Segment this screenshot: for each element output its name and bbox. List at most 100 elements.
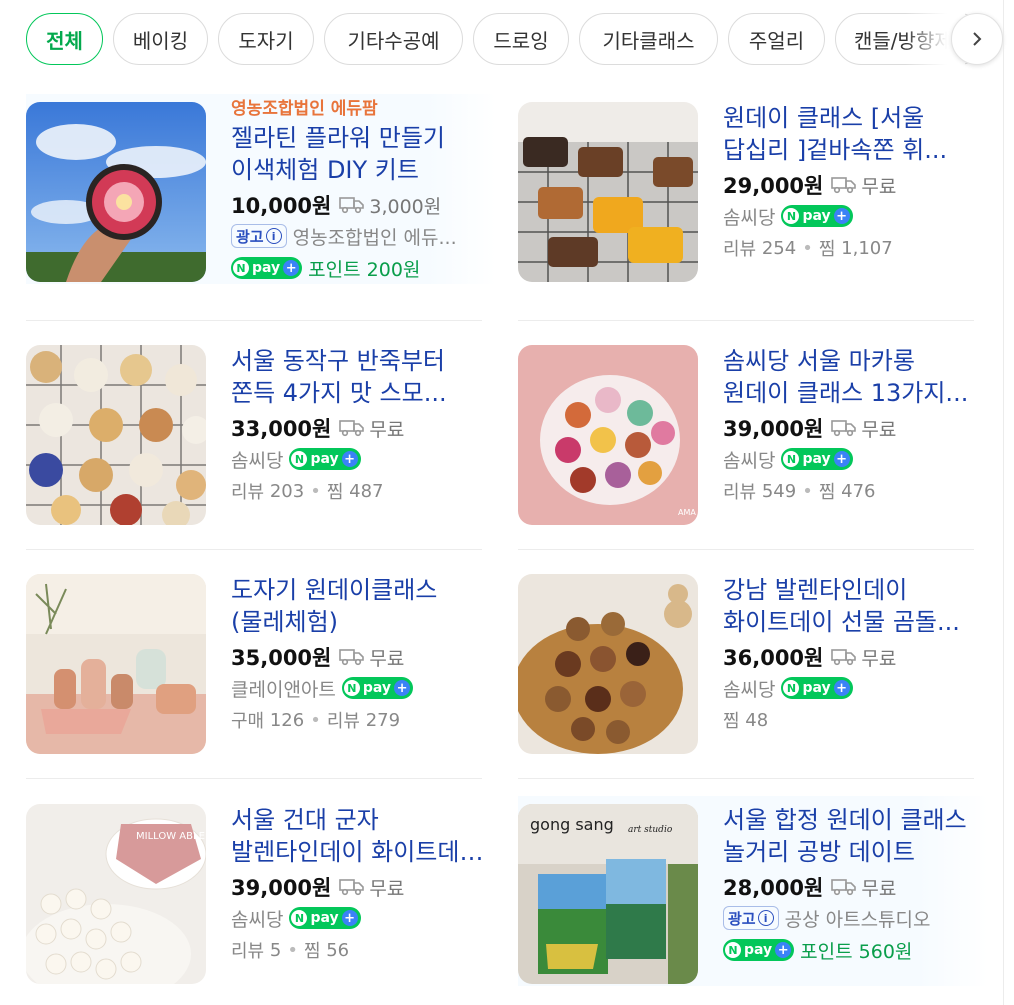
review-count[interactable]: 5	[270, 940, 281, 961]
npay-badge: Npay +	[781, 448, 853, 470]
product-price: 36,000원	[723, 646, 824, 670]
tab-jewelry[interactable]: 주얼리	[728, 13, 825, 65]
tab-other-crafts[interactable]: 기타수공예	[324, 13, 463, 65]
shipping-fee: 무료	[861, 175, 897, 198]
review-label[interactable]: 리뷰	[327, 707, 360, 733]
tabs-next-button[interactable]	[951, 13, 1003, 65]
point-info: 포인트 200원	[308, 258, 421, 281]
price-row: 39,000원 무료	[231, 872, 496, 902]
cake-text: MILLOW ABLE	[136, 831, 205, 842]
zzim-label: 찜	[723, 711, 740, 732]
price-row: 33,000원 무료	[231, 413, 496, 443]
truck-icon	[339, 879, 365, 896]
review-count[interactable]: 254	[762, 238, 796, 259]
shipping-fee: 무료	[861, 647, 897, 670]
product-card[interactable]: MILLOW ABLE 서울 건대 군자 발렌타인데이 화이트데이 ... 39…	[26, 796, 496, 986]
price-row: 35,000원 무료	[231, 642, 496, 672]
review-count[interactable]: 279	[366, 710, 400, 731]
tab-other-classes[interactable]: 기타클래스	[579, 13, 718, 65]
product-title[interactable]: 원데이 클래스 [서울 답십리 ]겉바속쫀 휘...	[723, 102, 988, 166]
seller-name[interactable]: 영농조합법인 에듀...	[293, 223, 457, 250]
tab-drawing[interactable]: 드로잉	[473, 13, 569, 65]
shipping-info: 무료	[831, 644, 896, 671]
product-price: 33,000원	[231, 417, 332, 441]
npay-badge: Npay +	[231, 257, 303, 279]
product-title[interactable]: 젤라틴 플라워 만들기 이색체험 DIY 키트	[231, 122, 496, 186]
ad-badge[interactable]: 광고 i	[231, 224, 287, 248]
price-row: 10,000원 3,000원	[231, 190, 496, 220]
review-label[interactable]: 리뷰	[231, 478, 264, 504]
truck-icon	[339, 420, 365, 437]
npay-badge: Npay +	[723, 939, 795, 961]
product-image[interactable]	[518, 102, 698, 282]
zzim-label: 찜	[326, 482, 344, 503]
product-price: 39,000원	[723, 417, 824, 441]
advertiser-name[interactable]: 영농조합법인 에듀팜	[231, 96, 496, 122]
seller-name[interactable]: 솜씨당	[231, 446, 283, 473]
tab-all[interactable]: 전체	[26, 13, 103, 65]
product-card[interactable]: 서울 동작구 반죽부터 쫀득 4가지 맛 스모... 33,000원 무료 솜씨…	[26, 337, 496, 527]
product-info: 원데이 클래스 [서울 답십리 ]겉바속쫀 휘... 29,000원 무료 솜씨…	[723, 102, 988, 264]
price-row: 36,000원 무료	[723, 642, 988, 672]
product-image[interactable]	[26, 102, 206, 282]
product-info: 서울 합정 원데이 클래스 놀거리 공방 데이트 28,000원 무료 광고 i …	[723, 804, 988, 966]
product-title[interactable]: 솜씨당 서울 마카롱 원데이 클래스 13가지...	[723, 345, 988, 409]
product-image[interactable]: AMA	[518, 345, 698, 525]
seller-name[interactable]: 솜씨당	[723, 675, 775, 702]
seller-row: 광고 i 영농조합법인 에듀...	[231, 220, 496, 252]
product-image[interactable]: MILLOW ABLE	[26, 804, 206, 984]
divider	[518, 778, 974, 779]
product-image[interactable]	[26, 345, 206, 525]
shipping-info: 무료	[831, 172, 896, 199]
seller-name[interactable]: 솜씨당	[723, 203, 775, 230]
price-row: 29,000원 무료	[723, 170, 988, 200]
product-info: 강남 발렌타인데이 화이트데이 선물 곰돌... 36,000원 무료 솜씨당 …	[723, 574, 988, 736]
truck-icon	[831, 420, 857, 437]
truck-icon	[339, 197, 365, 214]
review-count[interactable]: 203	[270, 481, 304, 502]
price-row: 39,000원 무료	[723, 413, 988, 443]
product-info: 서울 건대 군자 발렌타인데이 화이트데이 ... 39,000원 무료 솜씨당…	[231, 804, 496, 966]
product-card[interactable]: AMA 솜씨당 서울 마카롱 원데이 클래스 13가지... 39,000원 무…	[518, 337, 988, 527]
product-title[interactable]: 도자기 원데이클래스 (물레체험)	[231, 574, 496, 638]
product-title[interactable]: 강남 발렌타인데이 화이트데이 선물 곰돌...	[723, 574, 988, 638]
shipping-fee: 무료	[369, 877, 405, 900]
shipping-info: 무료	[831, 415, 896, 442]
review-count[interactable]: 549	[762, 481, 796, 502]
product-title[interactable]: 서울 동작구 반죽부터 쫀득 4가지 맛 스모...	[231, 345, 496, 409]
category-tabs: 전체 베이킹 도자기 기타수공예 드로잉 기타클래스 주얼리 캔들/방향제	[0, 0, 1014, 80]
seller-name[interactable]: 솜씨당	[723, 446, 775, 473]
gong-sang-text: gong sang	[530, 815, 614, 834]
seller-name[interactable]: 솜씨당	[231, 905, 283, 932]
product-card[interactable]: gong sang art studio 서울 합정 원데이 클래스 놀거리 공…	[518, 796, 988, 986]
review-label[interactable]: 리뷰	[723, 235, 756, 261]
product-info: 서울 동작구 반죽부터 쫀득 4가지 맛 스모... 33,000원 무료 솜씨…	[231, 345, 496, 507]
npay-badge: Npay +	[341, 677, 414, 699]
product-card[interactable]: 영농조합법인 에듀팜 젤라틴 플라워 만들기 이색체험 DIY 키트 10,00…	[26, 94, 496, 284]
meta-row: 찜 48	[723, 704, 988, 736]
info-icon: i	[265, 228, 282, 244]
seller-row: 클레이앤아트 Npay +	[231, 672, 496, 704]
shipping-fee: 무료	[861, 877, 897, 900]
seller-name[interactable]: 공상 아트스튜디오	[785, 905, 931, 932]
product-card[interactable]: 도자기 원데이클래스 (물레체험) 35,000원 무료 클레이앤아트 Npay…	[26, 566, 496, 756]
tab-baking[interactable]: 베이킹	[113, 13, 208, 65]
product-card[interactable]: 강남 발렌타인데이 화이트데이 선물 곰돌... 36,000원 무료 솜씨당 …	[518, 566, 988, 756]
zzim-label: 찜	[303, 941, 321, 962]
product-image[interactable]: gong sang art studio	[518, 804, 698, 984]
review-label[interactable]: 리뷰	[723, 478, 756, 504]
product-card[interactable]: 원데이 클래스 [서울 답십리 ]겉바속쫀 휘... 29,000원 무료 솜씨…	[518, 94, 988, 284]
npay-badge: Npay +	[781, 677, 853, 699]
meta-row: 구매 126 • 리뷰 279	[231, 704, 496, 736]
product-info: 도자기 원데이클래스 (물레체험) 35,000원 무료 클레이앤아트 Npay…	[231, 574, 496, 736]
art-studio-text: art studio	[628, 825, 673, 835]
product-image[interactable]	[518, 574, 698, 754]
product-image[interactable]	[26, 574, 206, 754]
product-title[interactable]: 서울 건대 군자 발렌타인데이 화이트데이 ...	[231, 804, 496, 868]
tab-pottery[interactable]: 도자기	[218, 13, 314, 65]
review-label[interactable]: 리뷰	[231, 937, 264, 963]
ad-badge[interactable]: 광고 i	[723, 906, 779, 930]
divider	[26, 320, 482, 321]
seller-name[interactable]: 클레이앤아트	[231, 675, 336, 702]
product-title[interactable]: 서울 합정 원데이 클래스 놀거리 공방 데이트	[723, 804, 988, 868]
